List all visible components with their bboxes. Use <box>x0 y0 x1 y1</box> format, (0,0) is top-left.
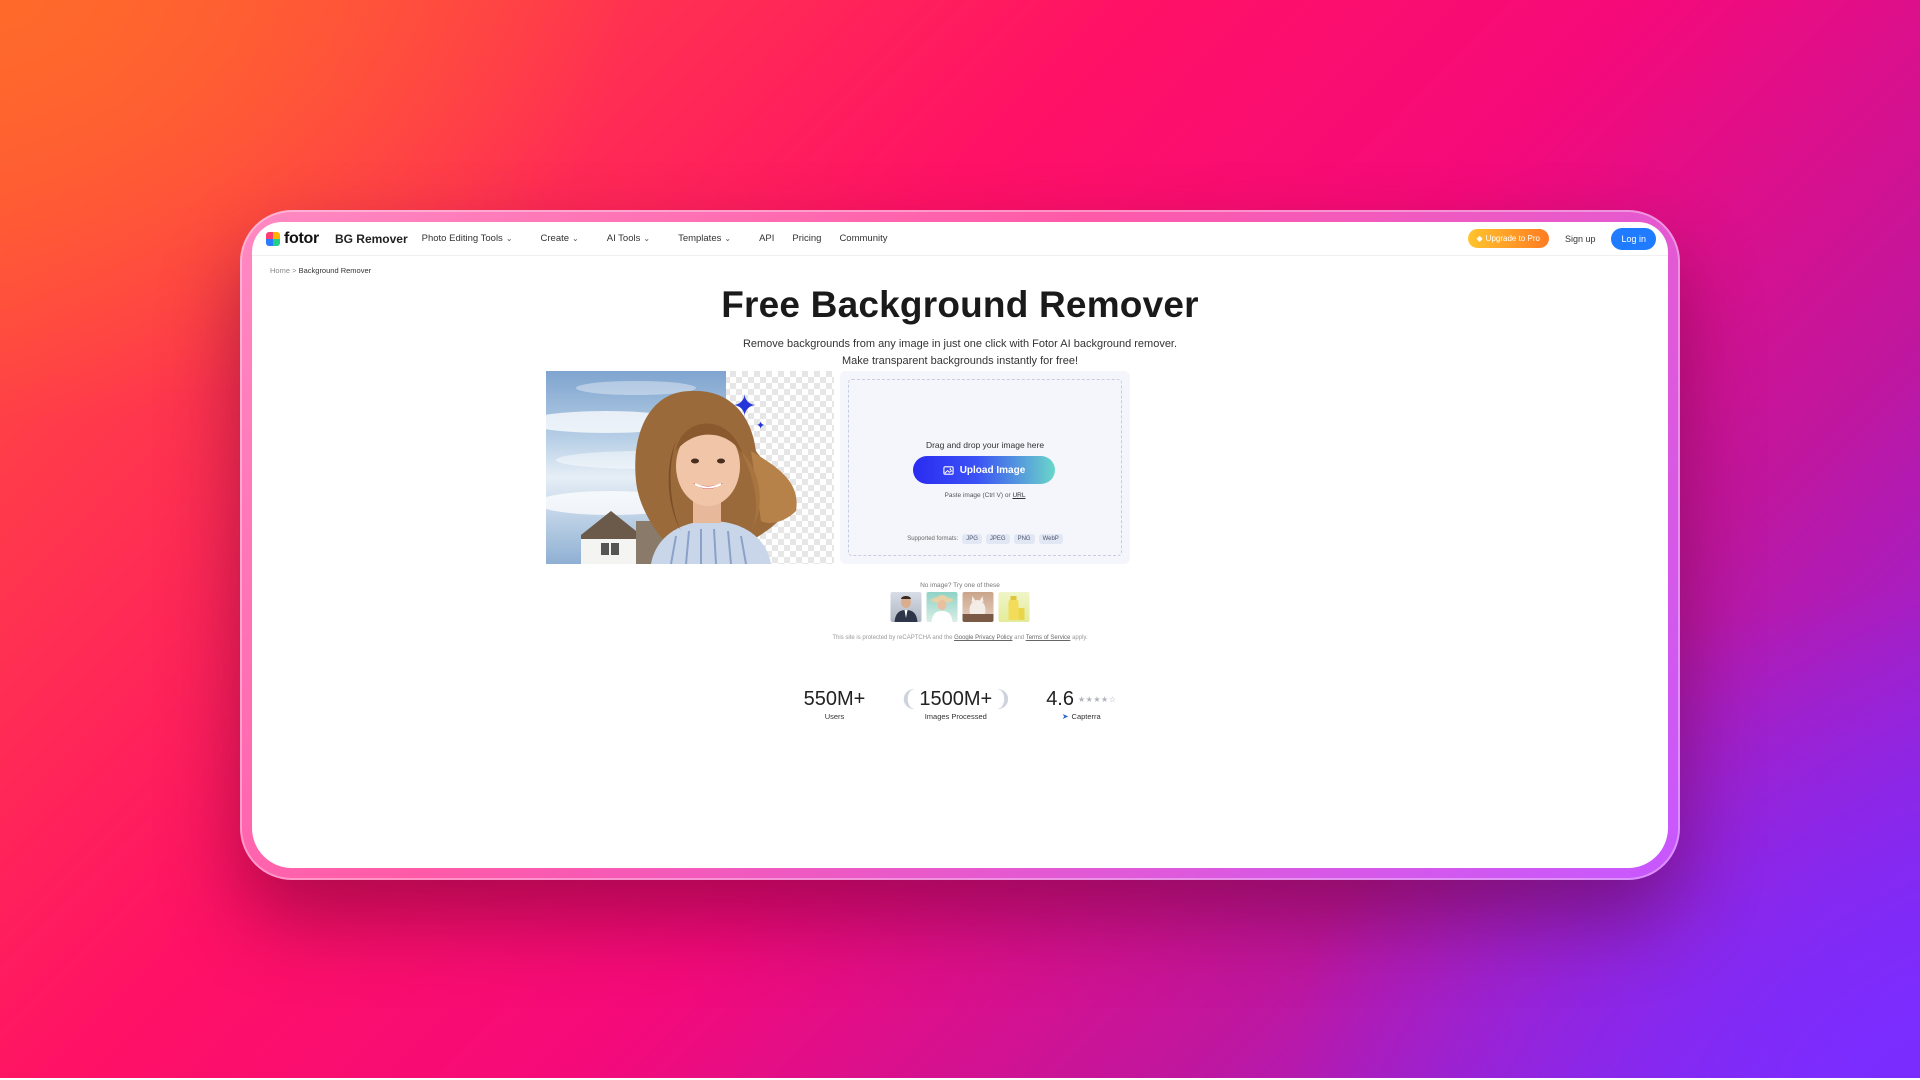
breadcrumb: Home > Background Remover <box>270 266 371 275</box>
chevron-down-icon: ⌄ <box>724 234 732 243</box>
nav-pricing[interactable]: Pricing <box>792 233 821 244</box>
upload-image-button[interactable]: Upload Image <box>913 456 1055 484</box>
recaptcha-suffix: apply. <box>1072 635 1088 641</box>
nav-item-label: Pricing <box>792 233 822 244</box>
star-rating-icon: ★★★★☆ <box>1078 695 1117 704</box>
nav-photo-editing-tools[interactable]: Photo Editing Tools ⌄ <box>422 233 513 244</box>
breadcrumb-home[interactable]: Home <box>270 266 290 275</box>
format-badge: JPEG <box>985 534 1010 544</box>
sample-cat[interactable] <box>962 592 994 622</box>
recaptcha-and: and <box>1014 635 1025 641</box>
nav-item-label: AI Tools <box>606 233 641 244</box>
cat-image <box>962 596 994 622</box>
chevron-down-icon: ⌄ <box>643 234 651 243</box>
recaptcha-prefix: This site is protected by reCAPTCHA and … <box>832 635 953 641</box>
sample-woman-hat[interactable] <box>926 592 958 622</box>
drag-text: Drag and drop your image here <box>925 440 1045 450</box>
logo-text: fotor <box>284 229 319 247</box>
chevron-down-icon: ⌄ <box>505 234 513 243</box>
page-subtitle: Remove backgrounds from any image in jus… <box>742 338 1178 367</box>
format-badge: WebP <box>1038 534 1063 544</box>
format-badge: PNG <box>1013 534 1035 544</box>
paste-text: Paste image (Ctrl V) or <box>944 492 1011 499</box>
nav-create[interactable]: Create ⌄ <box>541 233 579 244</box>
signup-button[interactable]: Sign up <box>1565 234 1596 244</box>
woman-hat-image <box>931 595 953 622</box>
nav-item-label: Community <box>839 233 888 244</box>
dropzone[interactable]: Drag and drop your image here Upload Ima… <box>848 379 1122 556</box>
nav-api[interactable]: API <box>759 233 774 244</box>
stat-label: Users <box>824 712 845 721</box>
fotor-logo-icon <box>266 231 280 246</box>
privacy-policy-link[interactable]: Google Privacy Policy <box>954 635 1012 641</box>
nav-community[interactable]: Community <box>839 233 887 244</box>
sparkle-icon: ✦ <box>732 390 758 423</box>
nav-item-label: API <box>759 233 775 244</box>
login-button[interactable]: Log in <box>1611 227 1656 250</box>
url-link[interactable]: URL <box>1012 492 1025 499</box>
stat-images-processed: ❨ 1500M+ Images Processed ❩ <box>899 686 1012 721</box>
stat-value: 550M+ <box>803 688 866 710</box>
laurel-right-icon: ❩ <box>993 686 1013 711</box>
diamond-icon: ◆ <box>1476 234 1483 243</box>
upgrade-button[interactable]: ◆ Upgrade to Pro <box>1467 229 1549 248</box>
stat-value: 1500M+ <box>919 688 993 710</box>
stats-row: 550M+ Users ❨ 1500M+ Images Processed ❩ … <box>252 686 1668 721</box>
laurel-left-icon: ❨ <box>899 686 918 711</box>
chevron-down-icon: ⌄ <box>572 234 579 243</box>
woman-portrait <box>581 390 797 564</box>
format-badge: JPG <box>962 534 982 544</box>
supported-formats: Supported formats: JPG JPEG PNG WebP <box>849 534 1121 544</box>
nav-item-label: Photo Editing Tools <box>421 233 503 244</box>
nav-ai-tools[interactable]: AI Tools ⌄ <box>607 233 650 244</box>
product-name[interactable]: BG Remover <box>335 232 408 246</box>
upload-button-label: Upload Image <box>959 464 1026 476</box>
browser-screen: fotor BG Remover Photo Editing Tools ⌄ C… <box>252 222 1668 868</box>
breadcrumb-current: Background Remover <box>298 266 372 275</box>
product-bottle-image <box>1008 596 1025 620</box>
sparkle-small-icon: ✦ <box>756 420 766 432</box>
man-suit-image <box>894 596 918 622</box>
image-upload-icon <box>943 465 954 475</box>
nav-item-label: Create <box>540 233 570 244</box>
stat-users: 550M+ Users <box>804 688 866 721</box>
page-title: Free Background Remover <box>721 284 1199 325</box>
stat-rating: 4.6 ★★★★☆ ➤ Capterra <box>1046 688 1116 721</box>
terms-link[interactable]: Terms of Service <box>1026 635 1071 641</box>
sample-product[interactable] <box>998 592 1030 622</box>
demo-image: ✦ ✦ <box>546 371 834 564</box>
stat-label: Capterra <box>1071 712 1101 721</box>
capterra-icon: ➤ <box>1061 712 1069 721</box>
nav-item-label: Templates <box>678 233 722 244</box>
paste-hint: Paste image (Ctrl V) or URL <box>849 492 1121 499</box>
sample-man-suit[interactable] <box>890 592 922 622</box>
formats-label: Supported formats: <box>907 536 959 542</box>
stat-value: 4.6 <box>1046 688 1074 710</box>
top-nav: fotor BG Remover Photo Editing Tools ⌄ C… <box>252 222 1668 256</box>
upload-panel[interactable]: Drag and drop your image here Upload Ima… <box>840 371 1130 564</box>
nav-templates[interactable]: Templates ⌄ <box>678 233 731 244</box>
device-frame: fotor BG Remover Photo Editing Tools ⌄ C… <box>240 210 1680 880</box>
no-image-prompt: No image? Try one of these <box>920 582 1000 589</box>
capterra-label: ➤ Capterra <box>1046 712 1116 721</box>
recaptcha-notice: This site is protected by reCAPTCHA and … <box>252 635 1668 641</box>
stat-label: Images Processed <box>924 712 987 721</box>
upgrade-label: Upgrade to Pro <box>1485 234 1540 243</box>
nav-actions: ◆ Upgrade to Pro Sign up Log in <box>1467 227 1656 250</box>
breadcrumb-separator: > <box>292 266 297 275</box>
fotor-logo[interactable]: fotor <box>266 230 319 248</box>
sample-images <box>890 592 1030 622</box>
